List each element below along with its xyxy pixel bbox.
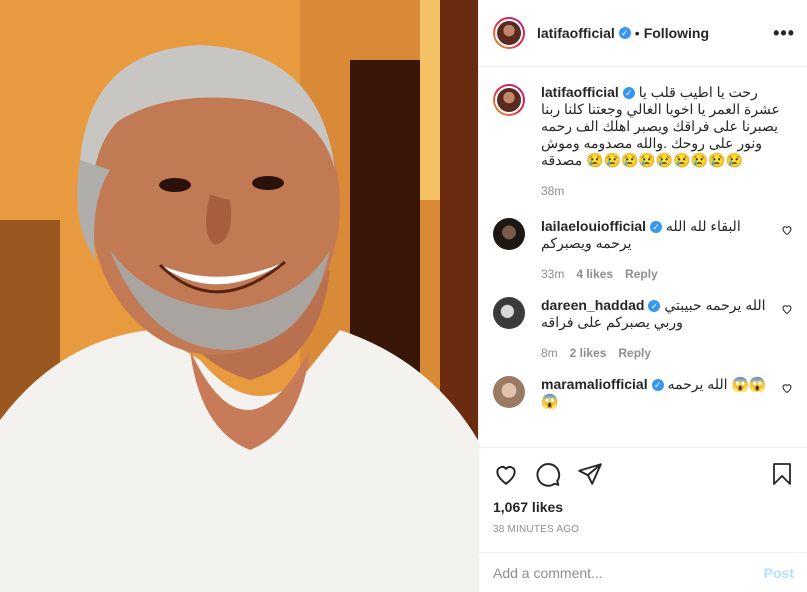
caption-meta: 38m [541,183,794,200]
comment-icon[interactable] [535,461,561,487]
author-username[interactable]: latifaofficial [537,25,615,41]
post-header: latifaofficial ✓ • Following ••• [479,0,807,67]
commenter-avatar[interactable] [493,218,525,250]
post-actions: 1,067 likes 38 MINUTES AGO [479,447,807,535]
commenter-avatar[interactable] [493,297,525,329]
comment-row: dareen_haddad ✓ الله يرحمه حبيبتي وربي يص… [493,297,794,362]
comment-username[interactable]: maramaliofficial [541,376,648,392]
comment-row: maramaliofficial ✓ الله يرحمه 😱😱 😱 [493,376,794,410]
reply-button[interactable]: Reply [625,267,658,281]
post-timestamp[interactable]: 38 MINUTES AGO [493,524,794,535]
verified-icon: ✓ [650,221,663,234]
caption-avatar[interactable] [493,84,525,116]
share-icon[interactable] [577,461,603,487]
caption-row: latifaofficial ✓ رحت يا اطيب قلب يا عشرة … [493,84,794,200]
add-comment-bar: Post [479,552,807,592]
person-photo [0,0,478,592]
comment-likes[interactable]: 4 likes [576,267,613,281]
verified-icon: ✓ [651,379,664,392]
post-photo[interactable] [0,0,478,592]
comment-likes[interactable]: 2 likes [570,346,607,360]
comment-meta: 33m 4 likes Reply [541,266,772,283]
following-button[interactable]: Following [644,25,709,41]
separator-dot: • [634,25,640,41]
commenter-avatar[interactable] [493,376,525,408]
post-button[interactable]: Post [764,565,794,581]
reply-button[interactable]: Reply [618,346,651,360]
comment-like-icon[interactable] [780,224,794,236]
author-avatar[interactable] [493,17,525,49]
verified-icon: ✓ [622,87,635,100]
caption-username[interactable]: latifaofficial [541,84,619,100]
comment-username[interactable]: dareen_haddad [541,297,644,313]
verified-icon: ✓ [618,27,631,39]
heart-icon[interactable] [493,461,519,487]
verified-icon: ✓ [648,300,661,313]
likes-count[interactable]: 1,067 likes [493,499,794,515]
bookmark-icon[interactable] [770,461,794,487]
comment-time[interactable]: 33m [541,267,564,281]
post-side-panel: latifaofficial ✓ • Following ••• latifao… [478,0,807,592]
comment-username[interactable]: lailaelouiofficial [541,218,646,234]
comment-meta: 8m 2 likes Reply [541,345,772,362]
comment-like-icon[interactable] [780,382,794,394]
comment-row: lailaelouiofficial ✓ البقاء لله الله يرحم… [493,218,794,283]
action-icons [493,460,794,488]
caption-time[interactable]: 38m [541,184,564,198]
comment-like-icon[interactable] [780,303,794,315]
comments-list[interactable]: latifaofficial ✓ رحت يا اطيب قلب يا عشرة … [479,68,807,446]
more-icon[interactable]: ••• [773,23,795,44]
comment-time[interactable]: 8m [541,346,558,360]
comment-input[interactable] [493,564,764,581]
